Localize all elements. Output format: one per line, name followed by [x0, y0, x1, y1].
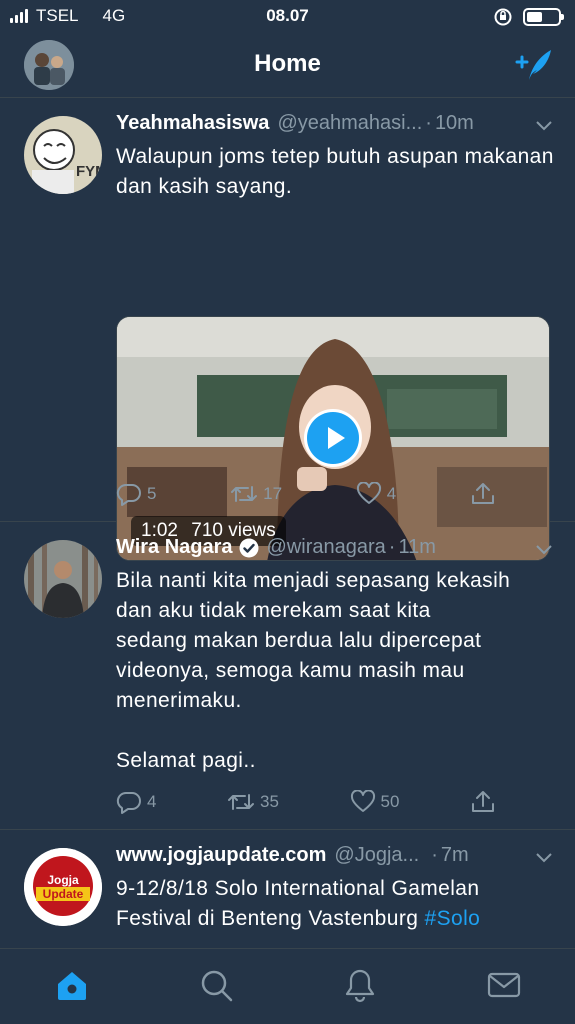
retweet-icon: [231, 486, 258, 502]
play-icon: [307, 412, 359, 464]
like-count: 50: [380, 792, 400, 811]
reply-count: 4: [147, 792, 157, 811]
battery-icon: [523, 8, 564, 26]
jogjaupdate-logo: Jogja Update: [24, 848, 102, 926]
compose-tweet-icon[interactable]: [513, 46, 555, 84]
tweet-header: www.jogjaupdate.com @Jogja... · 7m: [116, 844, 536, 867]
reply-count: 5: [147, 484, 157, 503]
retweet-count: 35: [260, 792, 279, 811]
bottom-tab-bar: [0, 948, 575, 1024]
meme-avatar-image: FYM: [24, 116, 102, 194]
share-icon: [471, 483, 494, 504]
like-count: 4: [386, 484, 397, 503]
tweet-text-line: sedang makan berdua lalu dipercepat: [116, 629, 482, 652]
separator-dot: ·: [425, 112, 432, 134]
reply-button[interactable]: 5: [116, 482, 156, 506]
status-time: 08.07: [266, 6, 309, 25]
tweet-text-line: 9-12/8/18 Solo International Gamelan: [116, 877, 480, 900]
like-button[interactable]: 50: [350, 790, 400, 814]
messages-icon[interactable]: [486, 967, 522, 1003]
logo-text-top: Jogja: [47, 873, 79, 887]
verified-badge-icon: [239, 538, 259, 557]
reply-button[interactable]: 4: [116, 790, 156, 814]
author-name[interactable]: Yeahmahasiswa: [116, 112, 269, 135]
tweet-item[interactable]: FYM Yeahmahasiswa @yeahmahasi... · 10m W…: [0, 98, 575, 561]
separator-dot: ·: [431, 844, 438, 866]
tweet-time: 10m: [434, 112, 474, 134]
orientation-lock-icon: [494, 8, 512, 26]
tweet-text-line-with-hashtag: Festival di Benteng Vastenburg #Solo: [116, 904, 556, 934]
author-name[interactable]: www.jogjaupdate.com: [116, 844, 326, 867]
tweet-text-line: videonya, semoga kamu masih mau: [116, 659, 465, 682]
play-button[interactable]: [304, 409, 362, 467]
tweet-time: 7m: [440, 844, 469, 866]
tweet-author-avatar[interactable]: FYM: [24, 116, 102, 194]
share-button[interactable]: [470, 790, 496, 814]
search-icon[interactable]: [198, 967, 234, 1003]
tweet-text-line: Bila nanti kita menjadi sepasang kekasih: [116, 569, 511, 592]
retweet-button[interactable]: 35: [227, 791, 279, 813]
tweet-header: Yeahmahasiswa @yeahmahasi... · 10m: [116, 112, 536, 135]
home-icon[interactable]: [54, 967, 90, 1003]
tweet-time: 11m: [398, 536, 436, 558]
status-right: [493, 7, 564, 27]
hashtag-link[interactable]: #Solo: [425, 907, 481, 930]
tweet-author-avatar[interactable]: Jogja Update: [24, 848, 102, 926]
tweet-text-line: menerimaku.: [116, 689, 242, 712]
chevron-down-icon[interactable]: [535, 544, 553, 556]
tweet-header: Wira Nagara @wiranagara · 11m: [116, 536, 536, 559]
author-name[interactable]: Wira Nagara: [116, 536, 233, 559]
tweet-actions: 5 17 4: [116, 482, 496, 506]
retweet-icon: [228, 794, 255, 810]
logo-text-bottom: Update: [43, 887, 84, 901]
author-handle[interactable]: @yeahmahasi...: [277, 112, 422, 135]
reply-icon: [116, 483, 141, 506]
person-avatar-image: [24, 540, 102, 618]
status-bar: TSEL 4G 08.07: [0, 0, 575, 34]
author-handle[interactable]: @wiranagara: [267, 536, 386, 559]
tweet-item[interactable]: Wira Nagara @wiranagara · 11m Bila nanti…: [0, 522, 575, 830]
tweet-text: 9-12/8/18 Solo International Gamelan Fes…: [116, 874, 556, 934]
chevron-down-icon[interactable]: [535, 120, 553, 132]
tweet-text: Walaupun joms tetep butuh asupan makanan…: [116, 145, 554, 198]
chevron-down-icon[interactable]: [535, 852, 553, 864]
share-button[interactable]: [470, 482, 496, 506]
tweet-text-line: dan aku tidak merekam saat kita: [116, 599, 431, 622]
share-icon: [472, 791, 494, 812]
tweet-author-avatar[interactable]: [24, 540, 102, 618]
tweet-text-line: Selamat pagi..: [116, 749, 256, 772]
page-title: Home: [254, 50, 321, 77]
like-button[interactable]: 4: [356, 482, 396, 506]
retweet-count: 17: [263, 484, 283, 503]
separator-dot: ·: [388, 536, 396, 558]
tweet-actions: 4 35 50: [116, 790, 496, 814]
top-nav-bar: Home: [0, 34, 575, 98]
tweet-text: Bila nanti kita menjadi sepasang kekasih…: [116, 566, 556, 776]
retweet-button[interactable]: 17: [230, 483, 282, 505]
tweet-text-blank-line: [116, 716, 556, 746]
heart-icon: [356, 482, 381, 504]
author-handle[interactable]: @Jogja...: [334, 844, 419, 867]
avatar-text: FYM: [76, 163, 102, 180]
heart-icon: [350, 790, 375, 812]
tweet-item[interactable]: Jogja Update www.jogjaupdate.com @Jogja.…: [0, 830, 575, 948]
tweet-text-line: Festival di Benteng Vastenburg: [116, 907, 419, 930]
reply-icon: [116, 791, 141, 814]
notifications-icon[interactable]: [342, 967, 378, 1003]
